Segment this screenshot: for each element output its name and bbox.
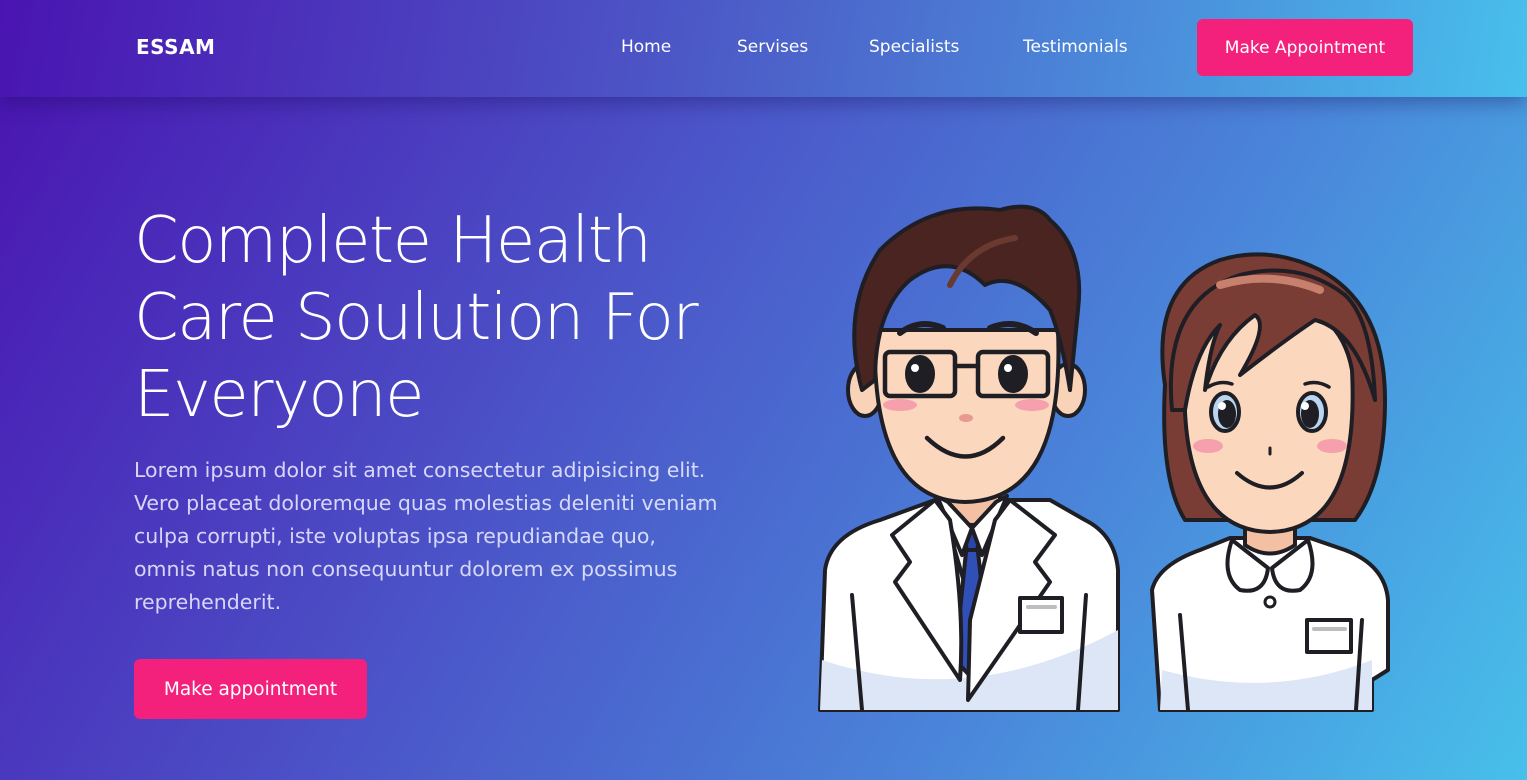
nav-link-home[interactable]: Home [621, 37, 671, 57]
doctor-and-nurse-illustration [818, 204, 1390, 712]
hero-title-line: Care Soulution For [134, 281, 699, 355]
hero-title: Complete Health Care Soulution For Every… [134, 203, 754, 434]
nav-link-services[interactable]: Servises [737, 37, 808, 57]
navbar: ESSAM Home Servises Specialists Testimon… [0, 0, 1527, 97]
nav-link-specialists[interactable]: Specialists [869, 37, 959, 57]
doctor-figure [818, 204, 1120, 712]
nav-link-testimonials[interactable]: Testimonials [1023, 37, 1128, 57]
hero-description: Lorem ipsum dolor sit amet consectetur a… [134, 458, 718, 614]
hero-title-line: Everyone [134, 358, 424, 432]
make-appointment-hero-button[interactable]: Make appointment [134, 659, 367, 719]
brand-logo[interactable]: ESSAM [136, 35, 215, 59]
make-appointment-nav-button[interactable]: Make Appointment [1197, 19, 1413, 76]
hero-title-line: Complete Health [134, 204, 652, 278]
nurse-figure [1150, 252, 1390, 712]
